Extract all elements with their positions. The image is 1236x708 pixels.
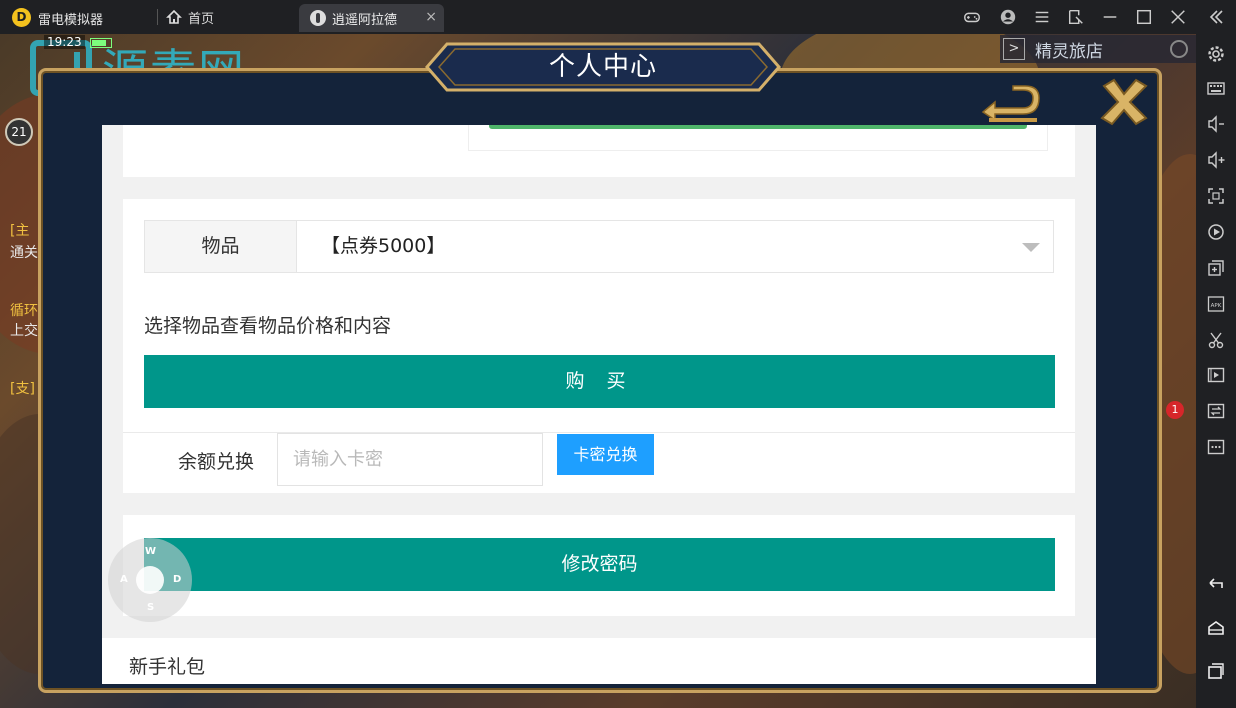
- starter-pack-card: 新手礼包: [102, 638, 1096, 684]
- fullscreen-icon[interactable]: [1205, 185, 1227, 207]
- leidian-logo-icon: D: [12, 8, 31, 27]
- android-back-icon[interactable]: [1205, 572, 1227, 594]
- spirit-shop-label: 精灵旅店: [1035, 41, 1103, 62]
- svg-text:APK: APK: [1211, 303, 1222, 309]
- close-dialog-icon[interactable]: [1098, 76, 1150, 128]
- user-account-icon[interactable]: [998, 7, 1018, 27]
- volume-down-icon[interactable]: [1205, 113, 1227, 135]
- password-card: 修改密码: [123, 515, 1075, 616]
- quest-text-1: 通关: [10, 245, 38, 261]
- item-hint-text: 选择物品查看物品价格和内容: [144, 315, 392, 337]
- item-selected-value: 【点券5000】: [321, 235, 446, 257]
- item-dropdown[interactable]: 【点券5000】: [297, 221, 1053, 272]
- personal-center-content[interactable]: 物品 【点券5000】 选择物品查看物品价格和内容 购 买 余额兑换 卡密兑换 …: [102, 125, 1096, 684]
- minimize-icon[interactable]: [1100, 7, 1120, 27]
- pin-window-icon[interactable]: [1066, 7, 1086, 27]
- balance-redeem-row: 余额兑换 卡密兑换: [123, 432, 1075, 493]
- multi-instance-icon[interactable]: [1205, 257, 1227, 279]
- item-label: 物品: [145, 221, 297, 272]
- buy-button[interactable]: 购 买: [144, 355, 1055, 408]
- sync-operations-icon[interactable]: [1205, 400, 1227, 422]
- dialog-title: 个人中心: [548, 52, 657, 82]
- joystick-key-a: A: [120, 574, 128, 585]
- emulator-title-bar: D 雷电模拟器 首页 逍遥阿拉德 ×: [0, 0, 1236, 34]
- tab-home[interactable]: 首页: [162, 4, 292, 30]
- joystick-key-d: D: [173, 574, 182, 585]
- quest-tag-loop[interactable]: 循环: [10, 300, 38, 320]
- joystick-key-s: S: [147, 602, 155, 613]
- top-card: [123, 125, 1075, 177]
- battery-icon: [90, 38, 112, 48]
- app-name: 雷电模拟器: [38, 13, 104, 28]
- android-recents-icon[interactable]: [1205, 660, 1227, 682]
- redeem-card-button[interactable]: 卡密兑换: [557, 434, 654, 475]
- more-options-icon[interactable]: [1205, 436, 1227, 458]
- tab-divider: [157, 9, 158, 25]
- game-app-icon: [310, 10, 326, 26]
- joystick-key-w: W: [145, 546, 157, 557]
- menu-icon[interactable]: [1032, 7, 1052, 27]
- home-icon: [166, 9, 182, 24]
- card-code-input[interactable]: [277, 433, 543, 486]
- spirit-shop-bar[interactable]: > 精灵旅店: [1000, 35, 1196, 63]
- chevron-down-icon: [1022, 243, 1040, 252]
- top-green-button-edge[interactable]: [489, 125, 1027, 129]
- quest-tag-side[interactable]: [支]: [10, 378, 35, 398]
- android-clock: 19:23: [44, 35, 85, 49]
- volume-up-icon[interactable]: [1205, 149, 1227, 171]
- settings-gear-icon[interactable]: [1205, 43, 1227, 65]
- maximize-icon[interactable]: [1134, 7, 1154, 27]
- expand-arrow-icon[interactable]: >: [1003, 38, 1025, 60]
- return-arrow-icon[interactable]: [975, 82, 1043, 126]
- redeem-label: 余额兑换: [178, 451, 255, 473]
- notification-badge: 1: [1166, 401, 1184, 419]
- shop-card: 物品 【点券5000】 选择物品查看物品价格和内容 购 买 余额兑换 卡密兑换: [123, 199, 1075, 493]
- tab-game[interactable]: 逍遥阿拉德 ×: [299, 4, 444, 32]
- quest-text-2: 上交: [10, 323, 38, 339]
- close-window-icon[interactable]: [1168, 7, 1188, 27]
- change-password-button[interactable]: 修改密码: [144, 538, 1055, 591]
- quest-tag-main[interactable]: [主: [10, 220, 29, 240]
- emulator-sidebar: APK: [1196, 0, 1236, 708]
- apk-install-icon[interactable]: APK: [1205, 293, 1227, 315]
- dialog-title-plate: 个人中心: [425, 42, 781, 92]
- scissors-icon[interactable]: [1205, 329, 1227, 351]
- gamepad-icon[interactable]: [962, 7, 982, 27]
- search-icon[interactable]: [1170, 40, 1188, 58]
- item-select-row[interactable]: 物品 【点券5000】: [144, 220, 1054, 273]
- starter-pack-title: 新手礼包: [129, 656, 206, 678]
- wasd-joystick[interactable]: W A D S: [108, 538, 192, 622]
- keyboard-icon[interactable]: [1205, 77, 1227, 99]
- video-player-icon[interactable]: [1205, 364, 1227, 386]
- record-icon[interactable]: [1205, 221, 1227, 243]
- android-home-icon[interactable]: [1205, 617, 1227, 639]
- collapse-sidebar-icon[interactable]: [1205, 6, 1227, 28]
- close-tab-icon[interactable]: ×: [425, 10, 437, 24]
- tab-home-label: 首页: [188, 11, 215, 27]
- joystick-knob[interactable]: [136, 566, 164, 594]
- player-level-badge: 21: [5, 118, 33, 146]
- tab-game-label: 逍遥阿拉德: [332, 12, 398, 28]
